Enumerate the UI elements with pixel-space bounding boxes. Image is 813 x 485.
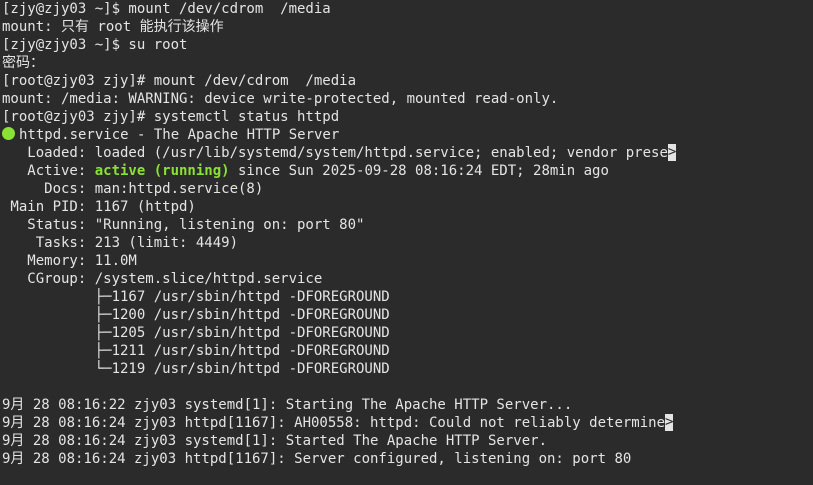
active-line: Active: active (running) since Sun 2025-… — [0, 162, 813, 180]
log-line: 9月 28 08:16:24 zjy03 httpd[1167]: AH0055… — [0, 414, 813, 432]
terminal-window[interactable]: [zjy@zjy03 ~]$ mount /dev/cdrom /media m… — [0, 0, 813, 485]
prompt-line: [root@zjy03 zjy]# mount /dev/cdrom /medi… — [2, 73, 357, 89]
tasks-line: Tasks: 213 (limit: 4449) — [2, 235, 239, 251]
cgroup-process: ├─1211 /usr/sbin/httpd -DFOREGROUND — [2, 343, 390, 359]
green-circle-icon — [2, 127, 15, 140]
cgroup-process: ├─1205 /usr/sbin/httpd -DFOREGROUND — [2, 325, 390, 341]
status-line: Status: "Running, listening on: port 80" — [2, 217, 365, 233]
cgroup-line: CGroup: /system.slice/httpd.service — [2, 271, 323, 287]
memory-line: Memory: 11.0M — [2, 253, 137, 269]
service-header: httpd.service - The Apache HTTP Server — [0, 126, 813, 144]
log-text: 9月 28 08:16:24 zjy03 httpd[1167]: AH0055… — [2, 415, 666, 431]
cgroup-process: ├─1167 /usr/sbin/httpd -DFOREGROUND — [2, 289, 390, 305]
cgroup-process: ├─1200 /usr/sbin/httpd -DFOREGROUND — [2, 307, 390, 323]
cgroup-process: └─1219 /usr/sbin/httpd -DFOREGROUND — [2, 361, 390, 377]
output-line: mount: 只有 root 能执行该操作 — [2, 19, 224, 35]
truncation-marker: > — [665, 414, 674, 431]
log-line: 9月 28 08:16:22 zjy03 systemd[1]: Startin… — [2, 397, 573, 413]
active-label: Active: — [2, 163, 95, 179]
active-since: since Sun 2025-09-28 08:16:24 EDT; 28min… — [229, 163, 609, 179]
active-status: active (running) — [94, 163, 230, 179]
loaded-text: Loaded: loaded (/usr/lib/systemd/system/… — [2, 145, 668, 161]
mainpid-line: Main PID: 1167 (httpd) — [2, 199, 196, 215]
prompt-line: [root@zjy03 zjy]# systemctl status httpd — [2, 109, 340, 125]
prompt-line: [zjy@zjy03 ~]$ su root — [2, 37, 188, 53]
loaded-line: Loaded: loaded (/usr/lib/systemd/system/… — [0, 144, 813, 162]
log-line: 9月 28 08:16:24 zjy03 httpd[1167]: Server… — [2, 451, 632, 467]
password-prompt: 密码： — [2, 55, 44, 71]
log-line: 9月 28 08:16:24 zjy03 systemd[1]: Started… — [2, 433, 548, 449]
truncation-marker: > — [667, 144, 677, 161]
service-title: httpd.service - The Apache HTTP Server — [19, 127, 340, 143]
output-line: mount: /media: WARNING: device write-pro… — [2, 91, 559, 107]
prompt-line: [zjy@zjy03 ~]$ mount /dev/cdrom /media — [2, 1, 331, 17]
docs-line: Docs: man:httpd.service(8) — [2, 181, 264, 197]
